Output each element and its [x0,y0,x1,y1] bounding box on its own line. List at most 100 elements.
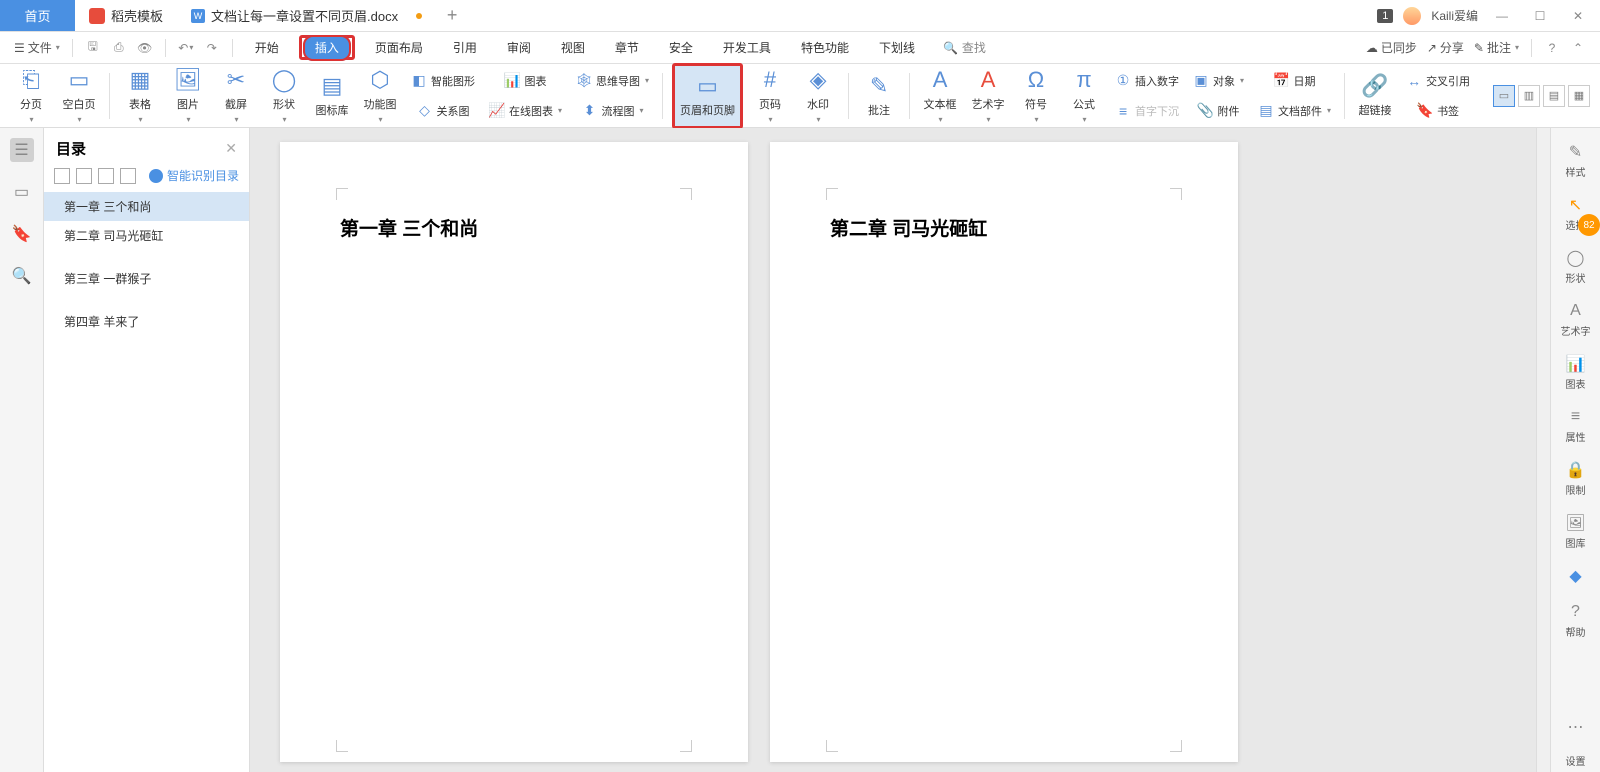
object-button[interactable]: ▣对象▾ [1189,69,1248,93]
print-icon[interactable]: ⎙ [111,40,127,56]
comment-button[interactable]: ✎批注 [858,68,900,124]
page-number-button[interactable]: #页码▾ [749,68,791,124]
smart-toc-button[interactable]: 智能识别目录 [149,167,239,184]
menu-start[interactable]: 开始 [245,35,289,60]
close-button[interactable]: ✕ [1564,2,1592,30]
iconlib-button[interactable]: ▤图标库 [311,68,353,124]
menu-security[interactable]: 安全 [659,35,703,60]
canvas[interactable]: 第一章 三个和尚 第二章 司马光砸缸 [250,128,1536,772]
menu-features[interactable]: 特色功能 [791,35,859,60]
maximize-button[interactable]: ☐ [1526,2,1554,30]
menu-review[interactable]: 审阅 [497,35,541,60]
tab-add[interactable]: + [436,0,468,31]
date-button[interactable]: 📅日期 [1254,69,1335,93]
rr-help[interactable]: ?帮助 [1566,598,1586,643]
toc-tool-1[interactable] [54,168,70,184]
insertnumber-button[interactable]: ①插入数字 [1111,69,1183,93]
save-icon[interactable]: 🖫 [85,40,101,56]
tab-home[interactable]: 首页 [0,0,75,31]
rail-pane-icon[interactable]: ▭ [10,180,34,204]
menu-underline[interactable]: 下划线 [869,35,925,60]
shapes-button[interactable]: ◯形状▾ [263,68,305,124]
rr-wordart[interactable]: A艺术字 [1561,297,1591,342]
outline-close-icon[interactable]: ✕ [225,140,237,157]
menu-view[interactable]: 视图 [551,35,595,60]
chart-button[interactable]: 📊图表 [485,69,566,93]
page2-heading[interactable]: 第二章 司马光砸缸 [830,214,1178,241]
relation-button[interactable]: ◇关系图 [407,99,479,123]
menu-section[interactable]: 章节 [605,35,649,60]
tab-docer[interactable]: 稻壳模板 [75,0,177,31]
share-button[interactable]: ↗ 分享 [1427,39,1464,56]
blank-page-button[interactable]: ▭空白页▾ [58,68,100,124]
table-button[interactable]: ▦表格▾ [119,68,161,124]
toc-item-1[interactable]: 第一章 三个和尚 [44,192,249,221]
help-icon[interactable]: ? [1544,40,1560,56]
vertical-scrollbar[interactable] [1536,128,1550,772]
toc-item-2[interactable]: 第二章 司马光砸缸 [44,221,249,250]
rail-search-icon[interactable]: 🔍 [10,264,34,288]
header-footer-button[interactable]: ▭页眉和页脚 [677,68,738,124]
watermark-button[interactable]: ◈水印▾ [797,68,839,124]
rr-property[interactable]: ≡属性 [1566,403,1586,448]
picture-button[interactable]: 🖼图片▾ [167,68,209,124]
rr-shape[interactable]: ◯形状 [1566,244,1586,289]
bookmark-button[interactable]: 🔖书签 [1402,99,1474,123]
mindmap-button[interactable]: 🕸思维导图▾ [572,69,653,93]
screenshot-icon: ✂ [223,67,249,93]
rr-chart[interactable]: 📊图表 [1566,350,1586,395]
view-mode-4[interactable]: ▦ [1568,85,1590,107]
toc-item-3[interactable]: 第三章 一群猴子 [44,264,249,293]
minimize-button[interactable]: — [1488,2,1516,30]
undo-icon[interactable]: ↶▾ [178,40,194,56]
attachment-button[interactable]: 📎附件 [1189,99,1248,123]
rr-more[interactable]: ⋯ [1566,713,1586,741]
menu-button[interactable]: ☰ 文件 ▾ [14,39,60,56]
page-1[interactable]: 第一章 三个和尚 [280,142,748,762]
menu-devtools[interactable]: 开发工具 [713,35,781,60]
rr-settings[interactable]: 设置 [1566,749,1586,772]
sync-status[interactable]: ☁ 已同步 [1366,39,1417,56]
collapse-ribbon-icon[interactable]: ⌃ [1570,40,1586,56]
flowchart-button[interactable]: ⬍流程图▾ [572,99,653,123]
wordart-button[interactable]: A艺术字▾ [967,68,1009,124]
page-break-button[interactable]: ⎗分页▾ [10,68,52,124]
rr-restrict[interactable]: 🔒限制 [1566,456,1586,501]
rr-plugin[interactable]: ◆ [1566,562,1586,590]
menu-insert[interactable]: 插入 [303,35,351,61]
equation-button[interactable]: π公式▾ [1063,68,1105,124]
page-2[interactable]: 第二章 司马光砸缸 [770,142,1238,762]
rr-style[interactable]: ✎样式 [1566,138,1586,183]
screenshot-button[interactable]: ✂截屏▾ [215,68,257,124]
view-mode-1[interactable]: ▭ [1493,85,1515,107]
dropcap-button[interactable]: ≡首字下沉 [1111,99,1183,123]
crossref-button[interactable]: ↔交叉引用 [1402,69,1474,93]
toc-item-4[interactable]: 第四章 羊来了 [44,307,249,336]
tab-document[interactable]: W 文档让每一章设置不同页眉.docx [177,0,436,31]
toc-tool-2[interactable] [76,168,92,184]
view-mode-3[interactable]: ▤ [1543,85,1565,107]
smartdiagram-button[interactable]: ⬡功能图▾ [359,68,401,124]
user-name[interactable]: Kaili爱编 [1431,7,1478,24]
onlinechart-button[interactable]: 📈在线图表▾ [485,99,566,123]
menu-pagelayout[interactable]: 页面布局 [365,35,433,60]
rail-outline-icon[interactable]: ☰ [10,138,34,162]
view-mode-2[interactable]: ▥ [1518,85,1540,107]
redo-icon[interactable]: ↷ [204,40,220,56]
avatar[interactable] [1403,7,1421,25]
print-preview-icon[interactable]: 👁 [137,40,153,56]
toc-tool-4[interactable] [120,168,136,184]
textbox-button[interactable]: A文本框▾ [919,68,961,124]
search-box[interactable]: 🔍 查找 [943,39,986,56]
hyperlink-button[interactable]: 🔗超链接 [1354,68,1396,124]
smartshape-button[interactable]: ◧智能图形 [407,69,479,93]
rail-bookmark-icon[interactable]: 🔖 [10,222,34,246]
page1-heading[interactable]: 第一章 三个和尚 [340,214,688,241]
approve-button[interactable]: ✎ 批注▾ [1474,39,1519,56]
symbol-button[interactable]: Ω符号▾ [1015,68,1057,124]
rr-gallery[interactable]: 🖼图库 [1566,509,1586,554]
menu-references[interactable]: 引用 [443,35,487,60]
docparts-button[interactable]: ▤文档部件▾ [1254,99,1335,123]
notif-badge[interactable]: 1 [1377,9,1393,23]
toc-tool-3[interactable] [98,168,114,184]
